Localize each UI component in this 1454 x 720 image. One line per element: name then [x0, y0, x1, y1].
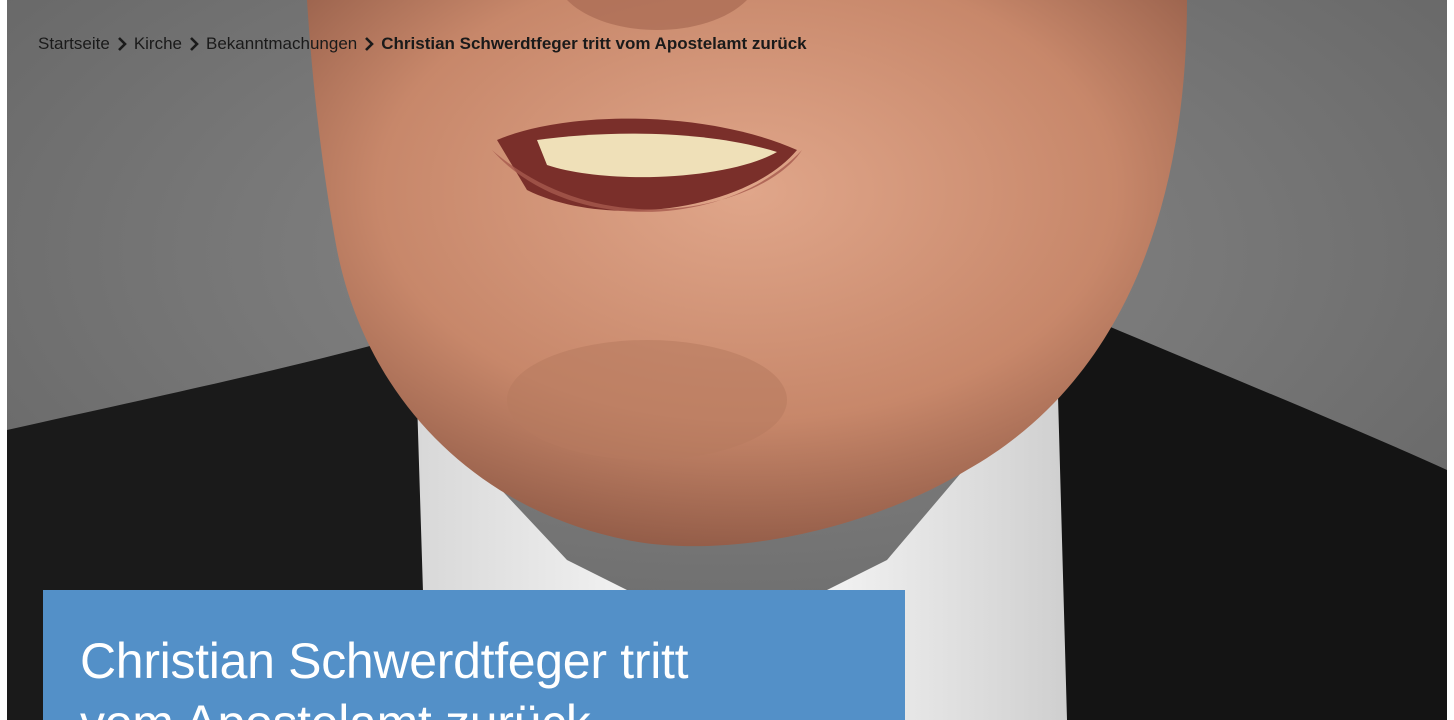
breadcrumb-current: Christian Schwerdtfeger tritt vom Aposte…: [381, 34, 807, 53]
page-title-line2: vom Apostelamt zurück: [80, 695, 591, 720]
page-title: Christian Schwerdtfeger tritt vom Aposte…: [80, 630, 905, 720]
breadcrumb-link-bekanntmachungen[interactable]: Bekanntmachungen: [206, 34, 357, 54]
page: Startseite Kirche Bekanntmachungen Chris…: [0, 0, 1454, 720]
breadcrumb-link-kirche[interactable]: Kirche: [134, 34, 182, 54]
chevron-right-icon: [363, 37, 375, 51]
article-title-box: Christian Schwerdtfeger tritt vom Aposte…: [43, 590, 905, 720]
page-title-line1: Christian Schwerdtfeger tritt: [80, 633, 689, 689]
chevron-right-icon: [116, 37, 128, 51]
chevron-right-icon: [188, 37, 200, 51]
breadcrumb: Startseite Kirche Bekanntmachungen Chris…: [38, 34, 807, 54]
breadcrumb-link-home[interactable]: Startseite: [38, 34, 110, 54]
